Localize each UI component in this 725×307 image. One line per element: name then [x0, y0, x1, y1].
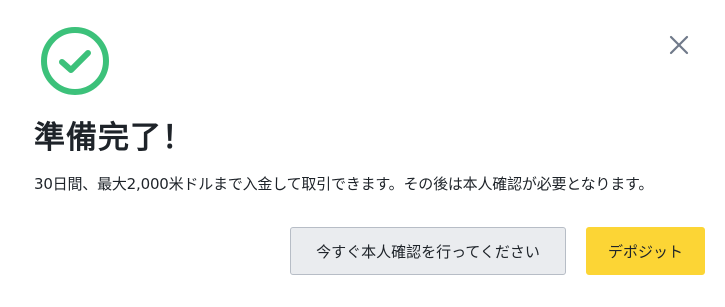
close-icon: [669, 35, 689, 55]
check-circle-icon: [41, 27, 109, 95]
deposit-button[interactable]: デポジット: [586, 227, 705, 275]
dialog-title: 準備完了！: [34, 120, 194, 156]
verify-now-button[interactable]: 今すぐ本人確認を行ってください: [290, 227, 566, 275]
dialog-message: 30日間、最大2,000米ドルまで入金して取引できます。その後は本人確認が必要と…: [34, 175, 654, 193]
ready-dialog: 準備完了！ 30日間、最大2,000米ドルまで入金して取引できます。その後は本人…: [0, 0, 725, 307]
close-button[interactable]: [664, 30, 694, 60]
